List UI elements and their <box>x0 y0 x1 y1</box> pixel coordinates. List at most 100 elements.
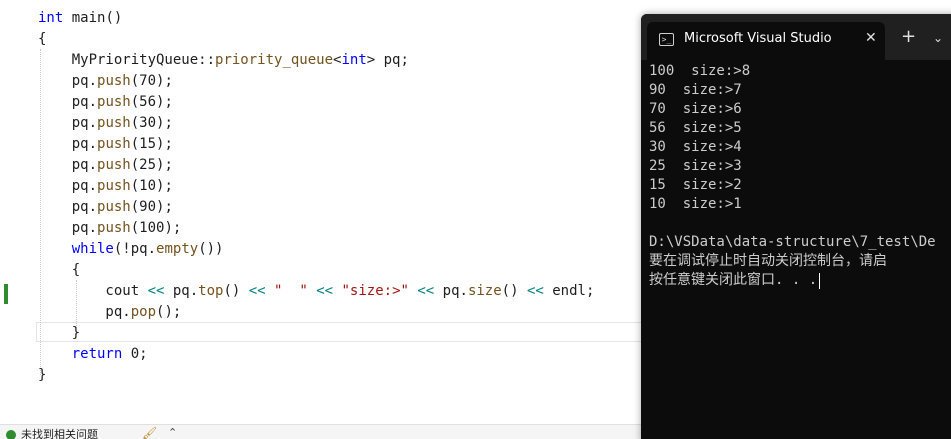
code-token: (90); <box>130 199 173 215</box>
brush-icon[interactable]: 🖌 <box>142 427 157 439</box>
code-token: { <box>38 31 47 47</box>
terminal-icon: >_ <box>659 33 674 46</box>
code-line: int main() <box>38 8 122 29</box>
code-line: MyPriorityQueue::priority_queue<int> pq; <box>38 50 409 71</box>
terminal-tab-title: Microsoft Visual Studio 调试控制台 <box>684 31 834 46</box>
code-token: 0; <box>122 346 148 362</box>
code-token: ()) <box>198 241 224 257</box>
code-token: (); <box>156 304 182 320</box>
terminal-output-line: 90 size:>7 <box>649 82 742 98</box>
code-token: push <box>97 157 131 173</box>
current-line-highlight <box>36 322 646 342</box>
terminal-output-line: D:\VSData\data-structure\7_test\De <box>649 234 936 250</box>
code-line: pq.pop(); <box>38 302 181 323</box>
issues-status[interactable]: 未找到相关问题 <box>21 428 98 439</box>
code-token: int <box>341 52 367 68</box>
code-token: << <box>526 283 544 299</box>
code-token: pq. <box>434 283 468 299</box>
code-token: return <box>71 346 123 362</box>
code-line: cout << pq.top() << " " << "size:>" << p… <box>38 281 594 302</box>
code-token: (100); <box>130 220 182 236</box>
code-token: pq. <box>38 178 98 194</box>
code-token: () <box>501 283 527 299</box>
new-tab-button[interactable]: + <box>901 27 916 47</box>
code-token: (30); <box>130 115 173 131</box>
code-line: pq.push(10); <box>38 176 173 197</box>
code-line: { <box>38 29 46 50</box>
code-token: push <box>97 136 131 152</box>
code-token: push <box>97 73 131 89</box>
code-line: pq.push(90); <box>38 197 173 218</box>
code-line: pq.push(56); <box>38 92 173 113</box>
code-line: } <box>38 365 46 386</box>
terminal-output-line: 56 size:>5 <box>649 120 742 136</box>
code-token: > pq; <box>366 52 409 68</box>
code-token: (56); <box>130 94 173 110</box>
code-token: top <box>198 283 224 299</box>
code-token: priority_queue <box>215 52 334 68</box>
code-token: push <box>97 220 131 236</box>
code-token: while <box>71 241 114 257</box>
chevron-up-icon[interactable]: ⌃ <box>168 427 177 439</box>
terminal-output-line: 70 size:>6 <box>649 101 742 117</box>
code-token: MyPriorityQueue:: <box>38 52 216 68</box>
chevron-down-icon[interactable]: ⌄ <box>933 28 943 48</box>
code-token: main() <box>63 10 123 26</box>
screen: int main(){ MyPriorityQueue::priority_qu… <box>0 0 951 439</box>
code-token: push <box>97 199 131 215</box>
close-icon[interactable]: ✕ <box>865 29 877 47</box>
terminal-cursor <box>819 273 821 289</box>
code-token: } <box>38 367 47 383</box>
code-token: size <box>467 283 502 299</box>
code-token: () <box>223 283 249 299</box>
debug-console-window: >_ Microsoft Visual Studio 调试控制台 ✕ + ⌄ 1… <box>641 14 951 439</box>
code-token: (10); <box>130 178 173 194</box>
code-token: pq. <box>38 157 98 173</box>
code-line: pq.push(70); <box>38 71 173 92</box>
code-token: pq. <box>38 220 98 236</box>
code-token: } <box>38 325 81 341</box>
terminal-output[interactable]: 100 size:>8 90 size:>7 70 size:>6 56 size:>… <box>641 60 951 439</box>
change-marker <box>4 284 8 304</box>
code-line: } <box>38 323 80 344</box>
code-line: pq.push(100); <box>38 218 182 239</box>
code-token: pq. <box>38 115 98 131</box>
code-token: pq. <box>38 73 98 89</box>
code-line: return 0; <box>38 344 148 365</box>
code-token: pq. <box>38 136 98 152</box>
check-circle-icon <box>6 430 16 439</box>
code-token: int <box>38 10 64 26</box>
code-token: pop <box>130 304 157 320</box>
code-token: { <box>38 262 81 278</box>
code-token: (25); <box>130 157 173 173</box>
code-token: (15); <box>130 136 173 152</box>
code-token: (70); <box>130 73 173 89</box>
code-line: pq.push(30); <box>38 113 173 134</box>
code-token: push <box>97 115 131 131</box>
code-token: << <box>147 283 165 299</box>
code-line: { <box>38 260 80 281</box>
code-line: while(!pq.empty()) <box>38 239 224 260</box>
code-token: "size:>" <box>341 283 409 299</box>
code-token: cout <box>38 283 148 299</box>
terminal-output-line: 25 size:>3 <box>649 158 742 174</box>
code-token: pq. <box>38 199 98 215</box>
terminal-output-line: 10 size:>1 <box>649 196 742 212</box>
code-token: pq. <box>38 94 98 110</box>
code-line: pq.push(25); <box>38 155 173 176</box>
code-token: (!pq. <box>113 241 157 257</box>
code-token: pq. <box>164 283 199 299</box>
terminal-tab[interactable]: >_ Microsoft Visual Studio 调试控制台 ✕ <box>647 22 885 60</box>
code-token: << <box>417 283 435 299</box>
code-token: pq. <box>38 304 131 320</box>
code-token: << <box>248 283 266 299</box>
terminal-output-line: 要在调试停止时自动关闭控制台，请启 <box>649 253 887 269</box>
terminal-titlebar: >_ Microsoft Visual Studio 调试控制台 ✕ + ⌄ <box>641 14 951 60</box>
code-token: push <box>97 178 131 194</box>
code-token: " " <box>274 283 308 299</box>
code-token: << <box>316 283 334 299</box>
